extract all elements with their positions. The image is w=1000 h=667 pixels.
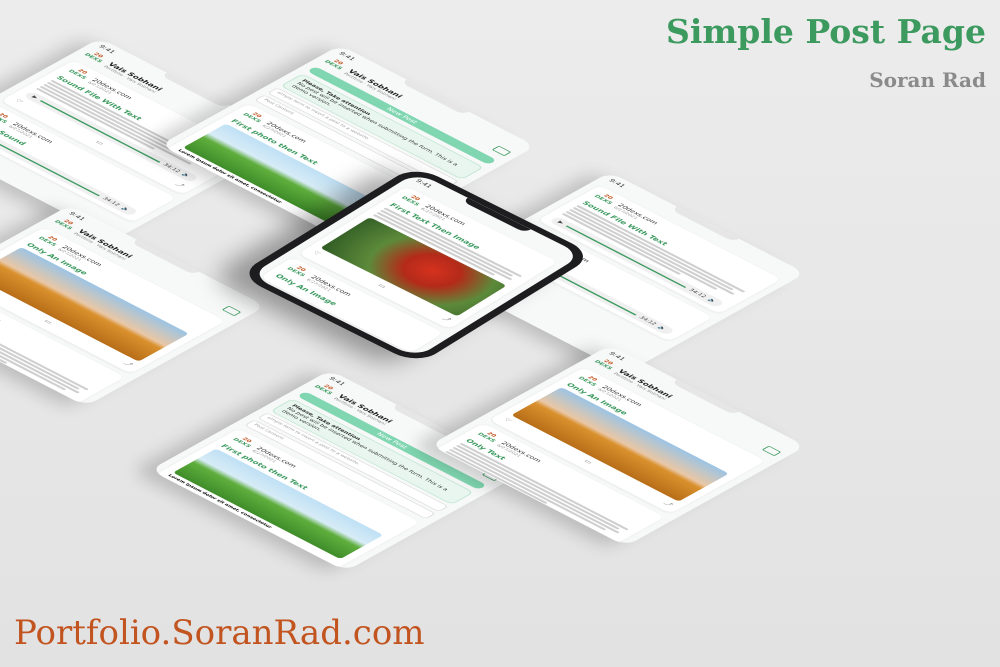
audio-duration: 34:12 xyxy=(161,162,182,174)
menu-icon[interactable] xyxy=(761,445,782,457)
menu-icon[interactable] xyxy=(221,305,242,317)
status-time: 9:41 xyxy=(413,178,434,189)
volume-icon[interactable]: 🔈 xyxy=(706,298,718,304)
like-icon[interactable]: ♡ xyxy=(500,417,513,424)
screen-new-post-bottom: 9:41 20 DEXS Vais Sobhani Portfolio · Vais… xyxy=(150,370,526,572)
share-icon[interactable]: ⤴ xyxy=(121,360,134,367)
menu-icon[interactable] xyxy=(491,145,512,157)
phone-screen: 9:41 20 DEXS Vais Sobhani Portfolio · Vais… xyxy=(430,345,806,547)
audio-duration: 34:12 xyxy=(100,196,122,207)
volume-icon[interactable]: 🔈 xyxy=(180,172,192,178)
screen-image-text: 9:41 20 DEXS Vais Sobhani Portfolio · Vais… xyxy=(0,205,266,407)
share-icon[interactable]: ⤴ xyxy=(173,181,186,188)
phone-screen: 9:41 20 DEXS Vais Sobhani Portfolio · Vais… xyxy=(0,205,266,407)
comment-icon[interactable]: ▭ xyxy=(375,283,388,290)
play-icon[interactable]: ▶ xyxy=(30,95,39,100)
author-name: Soran Rad xyxy=(869,68,986,92)
portfolio-url[interactable]: Portfolio.SoranRad.com xyxy=(14,613,425,653)
like-icon[interactable]: ♡ xyxy=(12,98,24,105)
comment-icon[interactable]: ▭ xyxy=(581,459,594,466)
comment-icon[interactable]: ▭ xyxy=(92,140,106,147)
like-icon[interactable]: ♡ xyxy=(310,250,322,257)
mockup-stage: 9:41 20 DEXS Vais Sobhani Portfolio · Vais… xyxy=(0,0,1000,667)
screen-image-text-right: 9:41 20 DEXS Vais Sobhani Portfolio · Vais… xyxy=(430,345,806,547)
play-icon[interactable]: ▶ xyxy=(556,220,565,225)
audio-duration: 34:12 xyxy=(637,315,658,327)
audio-duration: 34:12 xyxy=(687,287,708,299)
share-icon[interactable]: ⤴ xyxy=(440,315,453,323)
phone-screen: 9:41 20 DEXS Vais Sobhani Portfolio · Vais… xyxy=(150,370,526,572)
page-title: Simple Post Page xyxy=(665,12,986,51)
share-icon[interactable]: ⤴ xyxy=(661,500,674,507)
status-time: 9:41 xyxy=(607,178,627,189)
volume-icon[interactable]: 🔈 xyxy=(120,206,132,212)
comment-icon[interactable]: ▭ xyxy=(41,319,54,326)
volume-icon[interactable]: 🔈 xyxy=(656,325,668,331)
